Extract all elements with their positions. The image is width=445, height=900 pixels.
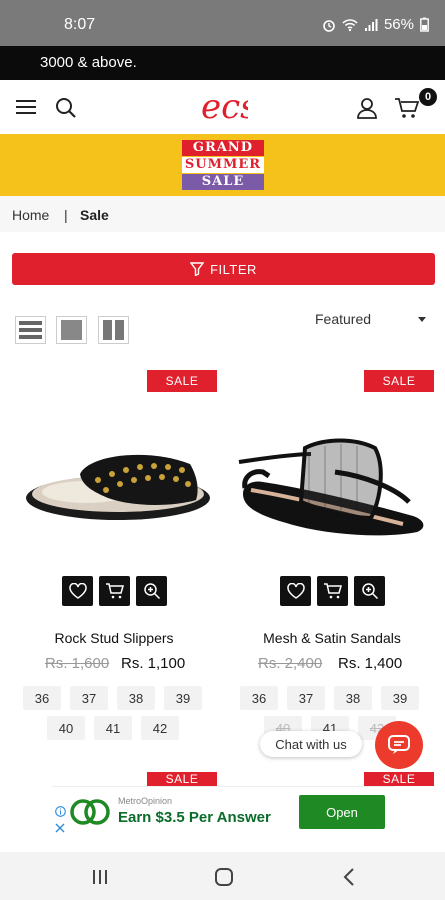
search-icon[interactable]: [54, 96, 78, 120]
add-to-cart-button[interactable]: [99, 576, 130, 606]
original-price: Rs. 1,600: [45, 655, 110, 672]
chat-label[interactable]: Chat with us: [260, 731, 362, 757]
heart-icon: [286, 583, 305, 599]
list-view-icon: [19, 321, 42, 339]
product-image-mesh-satin-sandals[interactable]: [235, 432, 430, 542]
product-name[interactable]: Rock Stud Slippers: [14, 630, 214, 646]
sort-selected-value: Featured: [315, 311, 372, 327]
battery-level: 56%: [383, 16, 414, 33]
quick-view-button[interactable]: [354, 576, 385, 606]
product-name[interactable]: Mesh & Satin Sandals: [232, 630, 432, 646]
ad-close-icon[interactable]: [54, 822, 66, 834]
sale-badge: SALE: [147, 370, 217, 392]
ad-sponsor: MetroOpinion: [118, 796, 173, 806]
sale-price: Rs. 1,400: [338, 655, 403, 672]
product-image-rock-stud-slippers[interactable]: [18, 440, 213, 530]
size-option[interactable]: 39: [381, 686, 419, 710]
breadcrumb-current: Sale: [80, 207, 109, 223]
back-icon[interactable]: [338, 865, 360, 889]
sale-badge: SALE: [364, 370, 434, 392]
home-icon[interactable]: [212, 865, 236, 889]
size-option[interactable]: 38: [334, 686, 372, 710]
size-option[interactable]: 38: [117, 686, 155, 710]
ad-title: Earn $3.5 Per Answer: [118, 809, 271, 826]
breadcrumb-separator: |: [64, 207, 68, 223]
advertiser-logo: [69, 796, 111, 828]
size-option[interactable]: 42: [141, 716, 179, 740]
ad-open-button[interactable]: Open: [299, 795, 385, 829]
original-price: Rs. 2,400: [258, 655, 323, 672]
status-time: 8:07: [64, 16, 96, 33]
alarm-icon: [323, 19, 335, 32]
banner-line-2: SUMMER: [182, 157, 264, 173]
size-option[interactable]: 37: [70, 686, 108, 710]
chevron-down-icon: [418, 317, 426, 322]
chat-button[interactable]: [375, 721, 423, 769]
single-grid-icon: [61, 320, 82, 340]
account-icon[interactable]: [355, 96, 379, 120]
wishlist-button[interactable]: [62, 576, 93, 606]
sort-select[interactable]: Featured: [315, 311, 430, 331]
ad-info-icon[interactable]: [54, 805, 66, 817]
heart-icon: [68, 583, 87, 599]
sale-badge: SALE: [147, 772, 217, 786]
cart-icon[interactable]: [394, 96, 420, 120]
cart-count-badge: 0: [419, 88, 437, 106]
brand-logo[interactable]: ecs: [198, 86, 258, 127]
quick-view-button[interactable]: [136, 576, 167, 606]
banner-line-3: SALE: [182, 174, 264, 190]
size-option[interactable]: 39: [164, 686, 202, 710]
list-view-toggle[interactable]: [15, 316, 46, 344]
announcement-text: 3000 & above.: [40, 54, 137, 71]
double-grid-icon: [103, 320, 124, 340]
status-icons: 56%: [322, 16, 429, 33]
size-option[interactable]: 40: [47, 716, 85, 740]
size-option[interactable]: 36: [240, 686, 278, 710]
battery-icon: [420, 17, 429, 32]
filter-icon: [190, 262, 205, 276]
chat-bubble-icon: [388, 735, 410, 754]
wifi-icon: [342, 18, 358, 31]
breadcrumb: Home | Sale: [0, 196, 445, 232]
add-to-cart-button[interactable]: [317, 576, 348, 606]
cart-icon: [105, 583, 124, 599]
breadcrumb-home[interactable]: Home: [12, 207, 49, 223]
cart-icon: [323, 583, 342, 599]
single-grid-toggle[interactable]: [56, 316, 87, 344]
menu-icon[interactable]: [14, 96, 38, 118]
zoom-in-icon: [361, 583, 378, 600]
logo-text: ecs: [201, 87, 248, 126]
signal-icon: [364, 18, 378, 31]
filter-label: FILTER: [210, 261, 257, 277]
size-option[interactable]: 36: [23, 686, 61, 710]
announcement-bar: 3000 & above.: [0, 46, 445, 80]
sale-badge: SALE: [364, 772, 434, 786]
sale-price: Rs. 1,100: [121, 655, 186, 672]
banner-title-block: GRAND SUMMER SALE: [182, 138, 264, 192]
double-grid-toggle[interactable]: [98, 316, 129, 344]
filter-button[interactable]: FILTER: [12, 253, 435, 285]
zoom-in-icon: [143, 583, 160, 600]
wishlist-button[interactable]: [280, 576, 311, 606]
recent-apps-icon[interactable]: [88, 866, 112, 888]
size-option[interactable]: 37: [287, 686, 325, 710]
banner-line-1: GRAND: [182, 140, 264, 156]
status-bar: 8:07 56%: [0, 0, 445, 46]
size-option[interactable]: 41: [94, 716, 132, 740]
